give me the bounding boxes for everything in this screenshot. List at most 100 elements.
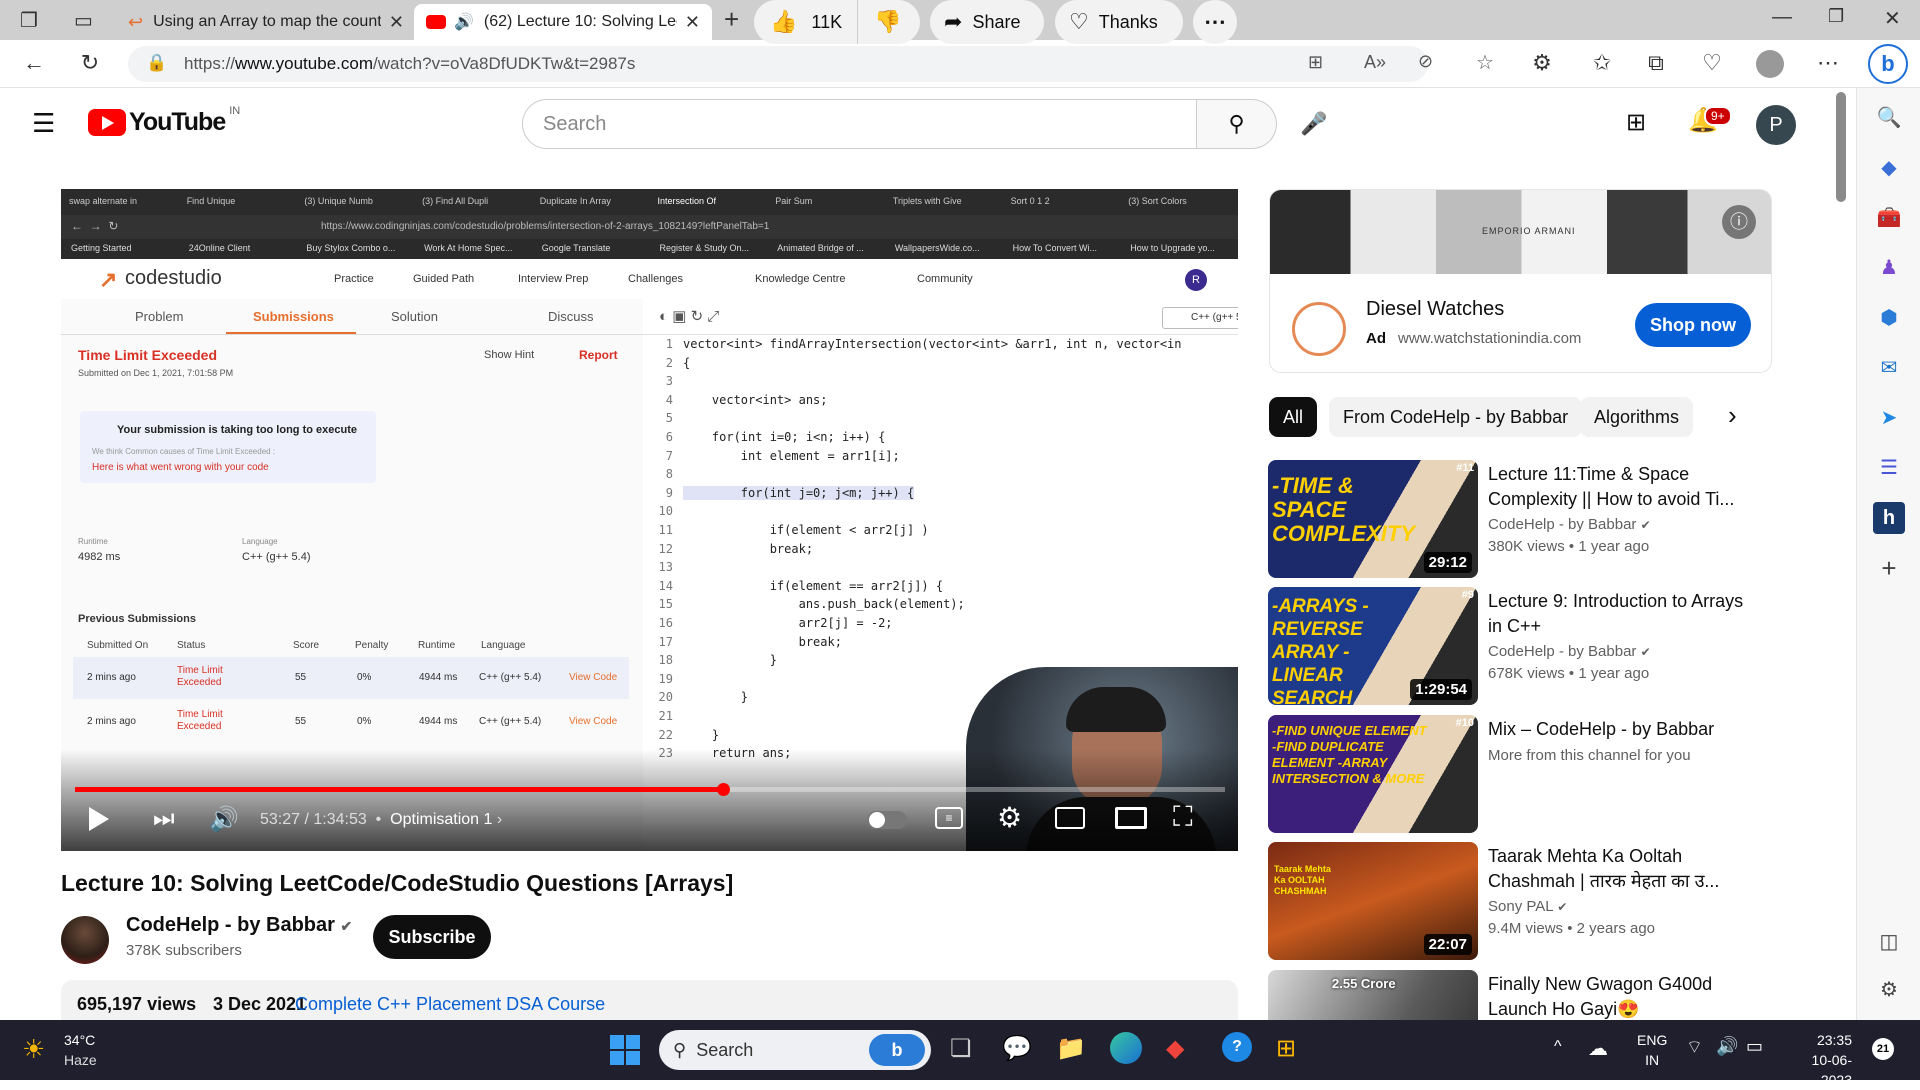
store-icon[interactable]: ⊞ — [1276, 1034, 1296, 1063]
task-view-icon[interactable]: ❏ — [950, 1034, 972, 1063]
thumbnail[interactable]: Taarak Mehta Ka OOLTAH CHASHMAH 22:07 — [1268, 842, 1478, 960]
browser-tab-2[interactable]: 🔊 (62) Lecture 10: Solving Leet ✕ — [414, 4, 712, 40]
favorite-star-icon[interactable]: ☆ — [1476, 50, 1494, 75]
collections-icon[interactable]: ⧉ — [1640, 50, 1672, 76]
search-icon[interactable]: 🔍 — [1873, 102, 1905, 134]
video-player[interactable]: swap alternate in Find Unique (3) Unique N… — [61, 189, 1238, 851]
chip-algorithms[interactable]: Algorithms — [1580, 397, 1694, 437]
restore-button[interactable]: ❐ — [1828, 6, 1844, 27]
clock[interactable]: 23:35 10-06-2023 — [1782, 1030, 1852, 1090]
settings-gear-icon[interactable]: ⚙ — [997, 801, 1022, 834]
app-available-icon[interactable]: ⊞ — [1308, 52, 1323, 73]
anydesk-icon[interactable]: ◆ — [1166, 1034, 1184, 1063]
copilot-icon[interactable]: ⬢ — [1873, 302, 1905, 334]
favorites-icon[interactable]: ✩ — [1586, 50, 1618, 76]
chip-from-channel[interactable]: From CodeHelp - by Babbar — [1329, 397, 1583, 437]
notification-center-badge[interactable]: 21 — [1872, 1038, 1894, 1060]
subtitles-icon[interactable]: ≡ — [935, 807, 963, 829]
chip-all[interactable]: All — [1269, 397, 1318, 437]
play-button[interactable] — [89, 807, 109, 831]
input-language[interactable]: ENG IN — [1637, 1030, 1667, 1070]
share-button[interactable]: ➦ Share — [930, 0, 1044, 44]
close-tab-icon[interactable]: ✕ — [685, 12, 700, 33]
back-arrow-icon[interactable]: ← — [18, 50, 50, 76]
h-app-icon[interactable]: h — [1873, 502, 1905, 534]
thumbnail[interactable]: 2.55 Crore — [1268, 970, 1478, 1020]
thumbnail[interactable]: -ARRAYS -REVERSE ARRAY -LINEAR SEARCH #9… — [1268, 587, 1478, 705]
channel-name[interactable]: CodeHelp - by Babbar ✔ — [126, 914, 352, 937]
more-actions-button[interactable]: ⋯ — [1193, 0, 1237, 44]
search-input[interactable]: Search — [522, 99, 1197, 149]
games-icon[interactable]: ♟ — [1873, 252, 1905, 284]
lock-icon[interactable]: 🔒 — [146, 53, 167, 73]
page-scrollbar-thumb[interactable] — [1836, 92, 1846, 202]
autoplay-toggle[interactable] — [867, 811, 907, 829]
thumbnail[interactable]: -TIME & SPACE COMPLEXITY #11 29:12 — [1268, 460, 1478, 578]
wifi-icon[interactable]: ⌔ — [1686, 1036, 1703, 1059]
read-aloud-icon[interactable]: A» — [1364, 52, 1386, 73]
outlook-icon[interactable]: ✉ — [1873, 352, 1905, 384]
edge-browser-icon[interactable] — [1110, 1032, 1142, 1064]
profile-avatar[interactable] — [1756, 50, 1784, 78]
playlist-link[interactable]: Complete C++ Placement DSA Course — [295, 994, 605, 1015]
browser-essentials-icon[interactable]: ♡ — [1696, 50, 1728, 76]
teams-chat-icon[interactable]: 💬 — [1002, 1034, 1032, 1063]
shopping-tag-icon[interactable]: ◆ — [1873, 152, 1905, 184]
recommendation-item[interactable]: -FIND UNIQUE ELEMENT -FIND DUPLICATE ELE… — [1268, 715, 1828, 835]
shop-now-button[interactable]: Shop now — [1635, 303, 1751, 347]
bing-copilot-icon[interactable]: b — [1868, 44, 1908, 84]
account-avatar[interactable]: P — [1756, 105, 1796, 145]
workspaces-icon[interactable]: ❐ — [20, 8, 38, 33]
minimize-button[interactable]: — — [1772, 6, 1792, 29]
onedrive-cloud-icon[interactable]: ☁ — [1588, 1036, 1608, 1061]
file-explorer-icon[interactable]: 📁 — [1056, 1034, 1086, 1063]
tracking-prevention-icon[interactable]: ⊘ — [1418, 51, 1433, 72]
recommendation-item[interactable]: -ARRAYS -REVERSE ARRAY -LINEAR SEARCH #9… — [1268, 587, 1828, 707]
recommendation-item[interactable]: -TIME & SPACE COMPLEXITY #11 29:12 Lectu… — [1268, 460, 1828, 580]
ad-info-icon[interactable]: ⓘ — [1722, 205, 1756, 239]
browser-tab-1[interactable]: ↩ Using an Array to map the count ✕ — [116, 4, 416, 40]
hamburger-menu-icon[interactable]: ☰ — [32, 108, 55, 139]
ad-card[interactable]: EMPORIO ARMANI ⓘ Diesel Watches Ad www.w… — [1269, 189, 1772, 373]
recommendation-item[interactable]: 2.55 Crore Finally New Gwagon G400d Laun… — [1268, 970, 1828, 1020]
start-windows-icon[interactable] — [610, 1035, 640, 1065]
chevron-right-icon[interactable]: › — [497, 811, 502, 828]
dislike-button[interactable]: 👎 — [858, 9, 901, 35]
list-app-icon[interactable]: ☰ — [1873, 452, 1905, 484]
chapter-title[interactable]: Optimisation 1 — [390, 811, 492, 828]
tools-icon[interactable]: 🧰 — [1873, 202, 1905, 234]
thanks-button[interactable]: ♡ Thanks — [1055, 0, 1183, 44]
search-button[interactable]: ⚲ — [1197, 99, 1277, 149]
youtube-logo[interactable]: YouTube IN — [88, 105, 240, 137]
voice-search-button[interactable]: 🎤 — [1290, 100, 1338, 148]
theater-mode-icon[interactable] — [1115, 807, 1147, 829]
next-video-button[interactable]: ⏭ — [153, 807, 175, 831]
progress-scrubber-handle[interactable] — [716, 783, 730, 796]
subscribe-button[interactable]: Subscribe — [373, 915, 491, 959]
recommendation-item[interactable]: Taarak Mehta Ka OOLTAH CHASHMAH 22:07 Ta… — [1268, 842, 1828, 962]
address-bar[interactable]: 🔒 https://www.youtube.com/watch?v=oVa8Df… — [128, 46, 1494, 82]
channel-avatar[interactable] — [61, 916, 109, 964]
taskbar-search[interactable]: ⚲ Search b — [659, 1030, 931, 1070]
more-menu-icon[interactable]: ⋯ — [1812, 50, 1844, 76]
miniplayer-icon[interactable] — [1055, 807, 1085, 829]
add-app-icon[interactable]: + — [1873, 552, 1905, 584]
thumbnail[interactable]: -FIND UNIQUE ELEMENT -FIND DUPLICATE ELE… — [1268, 715, 1478, 833]
settings-gear-icon[interactable]: ⚙ — [1873, 974, 1905, 1006]
volume-icon[interactable]: 🔊 — [1716, 1036, 1738, 1057]
chips-next-chevron-icon[interactable]: › — [1728, 400, 1737, 431]
video-progress-bar[interactable] — [75, 783, 1225, 796]
extensions-icon[interactable]: ⚙ — [1526, 50, 1558, 76]
help-icon[interactable]: ? — [1222, 1032, 1252, 1062]
close-window-button[interactable]: ✕ — [1884, 6, 1901, 31]
refresh-icon[interactable]: ↻ — [74, 50, 106, 76]
like-button[interactable]: 👍 11K — [754, 0, 858, 44]
battery-icon[interactable]: ▭ — [1746, 1036, 1763, 1057]
fullscreen-icon[interactable]: ⛶ — [1173, 801, 1193, 834]
tab-actions-icon[interactable]: ▭ — [74, 8, 93, 33]
description-box[interactable]: 695,197 views 3 Dec 2021 Complete C++ Pl… — [61, 980, 1238, 1020]
sidebar-toggle-icon[interactable]: ◫ — [1873, 926, 1905, 958]
tray-chevron-up-icon[interactable]: ^ — [1554, 1038, 1562, 1056]
speaker-icon[interactable]: 🔊 — [454, 12, 474, 32]
new-tab-button[interactable]: + — [724, 4, 739, 35]
